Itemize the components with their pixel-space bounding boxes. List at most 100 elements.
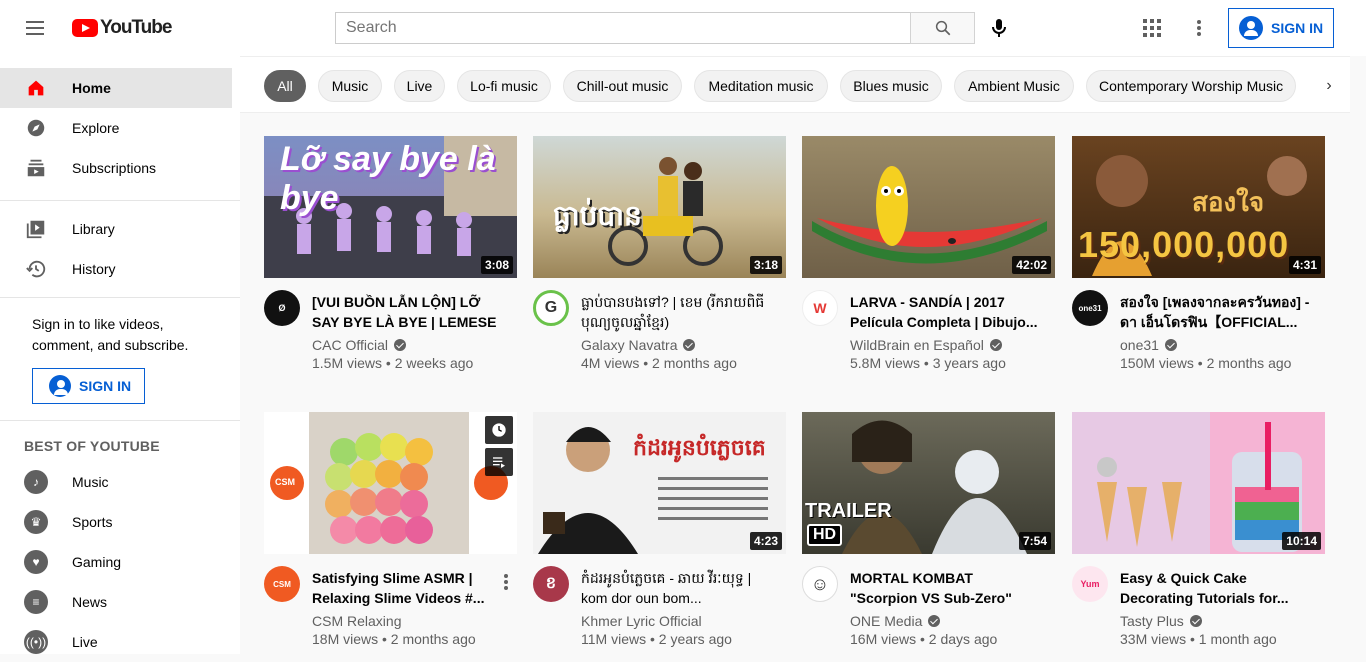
video-title[interactable]: Easy & Quick Cake Decorating Tutorials f… <box>1120 568 1310 608</box>
sign-in-prompt: Sign in to like videos, comment, and sub… <box>32 316 189 353</box>
channel-avatar[interactable]: CSM <box>264 566 300 602</box>
home-icon <box>24 76 48 100</box>
video-title[interactable]: Satisfying Slime ASMR | Relaxing Slime V… <box>312 568 502 608</box>
sidebar-item-music[interactable]: ♪ Music <box>0 462 232 502</box>
slime-illustration <box>270 412 508 554</box>
sidebar-item-label: Explore <box>72 120 120 136</box>
video-card[interactable]: CSM CSM Satisfying Slime ASMR | Relaxing… <box>264 412 517 656</box>
video-thumbnail[interactable]: 42:02 <box>802 136 1055 278</box>
video-meta: Yum Easy & Quick Cake Decorating Tutoria… <box>1072 566 1325 656</box>
video-title[interactable]: ធ្លាប់បានបងទៅ? | ខេម (រីករាយពិធីបុណ្យចូល… <box>581 292 771 332</box>
youtube-play-icon <box>72 19 98 37</box>
chip-lofi-music[interactable]: Lo-fi music <box>457 70 551 102</box>
channel-avatar[interactable]: W <box>802 290 838 326</box>
channel-name[interactable]: WildBrain en Español <box>850 337 1002 353</box>
video-title[interactable]: LARVA - SANDÍA | 2017 Película Completa … <box>850 292 1040 332</box>
sidebar-item-news[interactable]: ≡ News <box>0 582 232 622</box>
more-options-icon[interactable] <box>504 574 508 590</box>
channel-name[interactable]: Tasty Plus <box>1120 613 1202 629</box>
video-thumbnail[interactable]: ធ្លាប់បាន 3:18 <box>533 136 786 278</box>
video-card[interactable]: 10:14 Yum Easy & Quick Cake Decorating T… <box>1072 412 1325 656</box>
video-card[interactable]: Lỡ say bye là bye 3:08 Ø [VUI BUỒN LẪN L… <box>264 136 517 380</box>
chip-meditation-music[interactable]: Meditation music <box>694 70 828 102</box>
sidebar-item-library[interactable]: Library <box>0 209 232 249</box>
watch-later-icon[interactable] <box>485 416 513 444</box>
sidebar-item-gaming[interactable]: ♥ Gaming <box>0 542 232 582</box>
channel-avatar[interactable]: Ø <box>264 290 300 326</box>
search-button[interactable] <box>910 12 975 44</box>
chevron-right-icon[interactable]: › <box>1308 70 1350 102</box>
chip-blues-music[interactable]: Blues music <box>840 70 942 102</box>
sign-in-button[interactable]: SIGN IN <box>1228 8 1334 48</box>
video-title[interactable]: MORTAL KOMBAT "Scorpion VS Sub-Zero" Ope… <box>850 568 1040 608</box>
channel-name[interactable]: Khmer Lyric Official <box>581 613 702 629</box>
video-thumbnail[interactable]: Lỡ say bye là bye 3:08 <box>264 136 517 278</box>
search-box <box>335 12 911 44</box>
mic-icon[interactable] <box>987 16 1011 40</box>
sidebar-item-live[interactable]: ((•)) Live <box>0 622 232 662</box>
add-to-queue-icon[interactable] <box>485 448 513 476</box>
hd-badge: HD <box>807 524 843 546</box>
live-icon: ((•)) <box>24 630 48 654</box>
channel-avatar[interactable]: G <box>533 290 569 326</box>
channel-name[interactable]: CAC Official <box>312 337 406 353</box>
sign-in-label: SIGN IN <box>79 378 132 394</box>
video-thumbnail[interactable]: កំដរអូនបំភ្លេចគេ 4:23 <box>533 412 786 554</box>
sidebar-item-home[interactable]: Home <box>0 68 232 108</box>
sidebar-item-history[interactable]: History <box>0 249 232 289</box>
divider <box>0 200 240 201</box>
video-meta: Ø [VUI BUỒN LẪN LỘN] LỠ SAY BYE LÀ BYE |… <box>264 290 517 380</box>
video-card[interactable]: 42:02 W LARVA - SANDÍA | 2017 Película C… <box>802 136 1055 380</box>
youtube-logo[interactable]: YouTube <box>72 17 172 39</box>
channel-avatar[interactable]: ☺ <box>802 566 838 602</box>
apps-icon[interactable] <box>1143 19 1161 37</box>
video-title[interactable]: สองใจ [เพลงจากละครวันทอง] - ดา เอ็นโดรฟิ… <box>1120 292 1310 332</box>
video-title[interactable]: [VUI BUỒN LẪN LỘN] LỠ SAY BYE LÀ BYE | L… <box>312 292 502 332</box>
video-stats: 150M views • 2 months ago <box>1120 355 1292 371</box>
verified-icon <box>393 339 406 351</box>
video-thumbnail[interactable]: สองใจ 150,000,000 4:31 <box>1072 136 1325 278</box>
video-thumbnail[interactable]: TRAILER HD 7:54 <box>802 412 1055 554</box>
channel-avatar[interactable]: Yum <box>1072 566 1108 602</box>
chip-all[interactable]: All <box>264 70 306 102</box>
channel-avatar[interactable]: ខ <box>533 566 569 602</box>
chip-live[interactable]: Live <box>394 70 445 102</box>
history-icon <box>24 257 48 281</box>
settings-dots-icon[interactable] <box>1197 20 1203 36</box>
chip-contemporary-worship-music[interactable]: Contemporary Worship Music <box>1086 70 1296 102</box>
video-stats: 16M views • 2 days ago <box>850 631 998 647</box>
thumbnail-caption: 150,000,000 <box>1078 224 1290 265</box>
menu-icon[interactable] <box>24 18 48 38</box>
logo-text: YouTube <box>100 17 172 38</box>
video-card[interactable]: ធ្លាប់បាន 3:18 G ធ្លាប់បានបងទៅ? | ខេម (រ… <box>533 136 786 380</box>
sidebar-item-label: Subscriptions <box>72 160 157 176</box>
channel-name[interactable]: one31 <box>1120 337 1177 353</box>
verified-icon <box>1189 615 1202 627</box>
thumbnail-caption: ធ្លាប់បាន <box>553 200 642 231</box>
channel-avatar[interactable]: one31 <box>1072 290 1108 326</box>
video-thumbnail[interactable]: 10:14 <box>1072 412 1325 554</box>
account-icon <box>49 375 71 397</box>
library-icon <box>24 217 48 241</box>
sidebar-item-subscriptions[interactable]: Subscriptions <box>0 148 232 188</box>
video-card[interactable]: កំដរអូនបំភ្លេចគេ 4:23 ខ កំដរអូនបំភ្លេចគេ… <box>533 412 786 656</box>
news-icon: ≡ <box>24 590 48 614</box>
account-icon <box>1239 16 1263 40</box>
channel-name[interactable]: ONE Media <box>850 613 941 629</box>
chip-music[interactable]: Music <box>318 70 382 102</box>
video-title[interactable]: កំដរអូនបំភ្លេចគេ - ឆាយ វីរៈយុទ្ធ | kom d… <box>581 568 771 608</box>
sidebar-item-label: Live <box>72 634 98 650</box>
verified-icon <box>1164 339 1177 351</box>
sidebar-item-sports[interactable]: ♛ Sports <box>0 502 232 542</box>
video-thumbnail[interactable]: CSM <box>264 412 517 554</box>
sidebar-sign-in-button[interactable]: SIGN IN <box>32 368 145 404</box>
chip-ambient-music[interactable]: Ambient Music <box>954 70 1074 102</box>
video-duration: 7:54 <box>1018 532 1051 550</box>
video-card[interactable]: สองใจ 150,000,000 4:31 one31 สองใจ [เพลง… <box>1072 136 1325 380</box>
video-card[interactable]: TRAILER HD 7:54 ☺ MORTAL KOMBAT "Scorpio… <box>802 412 1055 656</box>
channel-name[interactable]: CSM Relaxing <box>312 613 401 629</box>
sidebar-item-explore[interactable]: Explore <box>0 108 232 148</box>
chip-chillout-music[interactable]: Chill-out music <box>563 70 682 102</box>
search-input[interactable] <box>336 13 910 43</box>
channel-name[interactable]: Galaxy Navatra <box>581 337 696 353</box>
